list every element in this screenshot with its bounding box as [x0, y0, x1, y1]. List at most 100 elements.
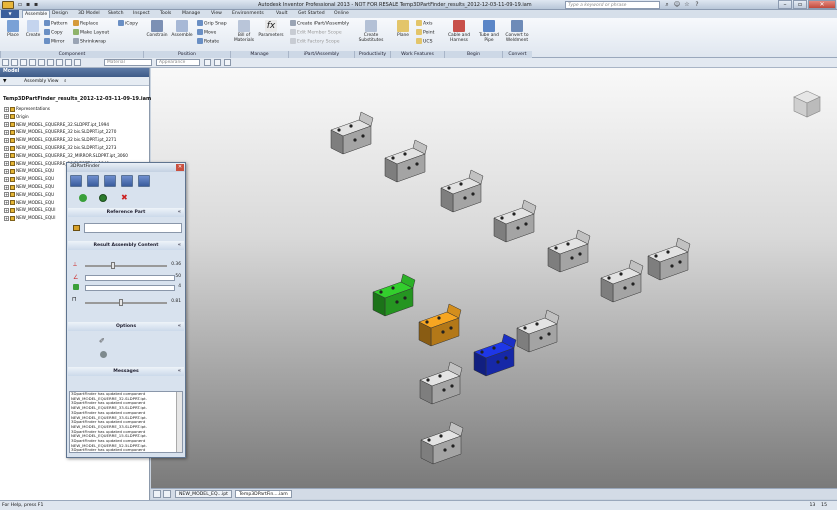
point-button[interactable]: Point	[416, 29, 434, 37]
tab-manage[interactable]: Manage	[182, 11, 200, 16]
qat-redo-icon[interactable]	[38, 59, 45, 66]
binoculars-icon[interactable]: ⌕	[663, 1, 671, 9]
tab-view[interactable]: View	[211, 11, 222, 16]
grip-snap-button[interactable]: Grip Snap	[197, 20, 227, 28]
assembly-parts-canvas[interactable]	[151, 68, 837, 488]
tab-list-icon[interactable]	[153, 490, 161, 498]
bill-of-materials-button[interactable]: Bill of Materials	[232, 20, 256, 48]
tree-node[interactable]: + NEW_MODEL_EQU	[4, 192, 54, 199]
part-equerre-2[interactable]	[384, 139, 428, 183]
cable-harness-button[interactable]: Cable and Harness	[446, 20, 472, 48]
tab-inspect[interactable]: Inspect	[133, 11, 150, 16]
new-icon[interactable]: ▫	[16, 1, 24, 9]
tree-node[interactable]: + Origin	[4, 114, 29, 121]
part-equerre-3[interactable]	[440, 169, 484, 213]
collapse-icon[interactable]: «	[178, 367, 181, 376]
open-icon[interactable]: ▪	[24, 1, 32, 9]
qat-color-icon[interactable]	[204, 59, 211, 66]
slider-knob[interactable]	[119, 299, 123, 306]
part-result-orange[interactable]	[418, 303, 462, 347]
finder-mode-3-icon[interactable]	[104, 175, 116, 187]
save-icon[interactable]: ▪	[32, 1, 40, 9]
qat-formula-icon[interactable]	[224, 59, 231, 66]
expand-icon[interactable]: +	[4, 129, 9, 135]
part-equerre-7[interactable]	[647, 237, 691, 281]
axis-button[interactable]: Axis	[416, 20, 433, 28]
viewcube-icon[interactable]	[791, 88, 823, 120]
part-result-blue[interactable]	[473, 333, 517, 377]
qat-measure-icon[interactable]	[74, 59, 81, 66]
tree-node[interactable]: + NEW_MODEL_EQU	[4, 184, 54, 191]
max-results-field[interactable]	[85, 275, 175, 281]
options-section[interactable]: Options «	[68, 322, 184, 331]
part-equerre-6[interactable]	[600, 259, 644, 303]
create-button[interactable]: Create	[22, 20, 44, 48]
material-dropdown[interactable]: Material	[104, 59, 152, 66]
tab-3d-model[interactable]: 3D Model	[78, 11, 100, 16]
search-input[interactable]: Type a keyword or phrase	[565, 1, 660, 9]
slider-knob[interactable]	[111, 262, 115, 269]
reference-part-field[interactable]	[84, 223, 182, 233]
expand-icon[interactable]: +	[4, 106, 9, 112]
finder-mode-5-icon[interactable]	[138, 175, 150, 187]
dialog-titlebar[interactable]: 3DPartFinder ✕	[67, 163, 185, 172]
collapse-icon[interactable]: «	[178, 241, 181, 250]
assemble-button[interactable]: Assemble	[170, 20, 194, 48]
constrain-button[interactable]: Constrain	[144, 20, 170, 48]
make-layout-button[interactable]: Make Layout	[73, 29, 109, 37]
maximize-button[interactable]: ▫	[793, 0, 807, 9]
inventor-app-icon[interactable]	[2, 1, 14, 9]
cancel-icon[interactable]: ✖	[121, 193, 128, 202]
expand-icon[interactable]: +	[4, 161, 9, 167]
rotate-button[interactable]: Rotate	[197, 38, 219, 46]
qat-home-icon[interactable]	[47, 59, 54, 66]
qat-select-icon[interactable]	[65, 59, 72, 66]
replace-button[interactable]: Replace	[73, 20, 98, 28]
pattern-button[interactable]: Pattern	[44, 20, 68, 28]
expand-icon[interactable]: +	[4, 114, 9, 120]
tree-node[interactable]: + NEW_MODEL_EQUERRE_32 bis.SLDPRT.ipt_227…	[4, 129, 116, 136]
move-button[interactable]: Move	[197, 29, 216, 37]
expand-icon[interactable]: +	[4, 137, 9, 143]
convert-weldment-button[interactable]: Convert to Weldment	[503, 20, 531, 48]
expand-icon[interactable]: +	[4, 215, 9, 221]
tab-assemble[interactable]: Assemble	[22, 10, 51, 18]
mirror-button[interactable]: Mirror	[44, 38, 65, 46]
part-reference-green[interactable]	[372, 273, 416, 317]
pin-icon[interactable]: ✐	[99, 337, 105, 345]
browser-root[interactable]: Temp3DPartFinder_results_2012-12-03-11-0…	[3, 96, 151, 102]
part-equerre-9[interactable]	[419, 361, 463, 405]
tree-node[interactable]: + NEW_MODEL_EQUERRE_32 bis.SLDPRT.ipt_227…	[4, 137, 116, 144]
tab-sketch[interactable]: Sketch	[108, 11, 123, 16]
finder-mode-2-icon[interactable]	[87, 175, 99, 187]
messages-log[interactable]: 3DpartFinder has updated component NEW_MO…	[69, 391, 183, 453]
create-ipart-button[interactable]: Create iPart/iAssembly	[290, 20, 349, 28]
tab-environments[interactable]: Environments	[232, 11, 264, 16]
collapse-icon[interactable]: «	[178, 208, 181, 217]
expand-icon[interactable]: +	[4, 192, 9, 198]
star-icon[interactable]: ☆	[683, 1, 691, 9]
messages-scrollbar[interactable]	[176, 392, 182, 452]
result-assembly-section[interactable]: Result Assembly Content «	[68, 241, 184, 250]
copy-button[interactable]: Copy	[44, 29, 63, 37]
dialog-close-button[interactable]: ✕	[176, 164, 184, 171]
expand-icon[interactable]: +	[4, 176, 9, 182]
place-button[interactable]: Place	[2, 20, 24, 48]
part-equerre-1[interactable]	[330, 111, 374, 155]
tree-node[interactable]: + NEW_MODEL_EQUERRE_32.SLDPRT.ipt_1994	[4, 122, 109, 129]
expand-icon[interactable]: +	[4, 145, 9, 151]
settings-icon[interactable]	[100, 351, 107, 358]
tree-node[interactable]: + Representations	[4, 106, 50, 113]
group-count-field[interactable]	[85, 285, 175, 291]
edit-member-scope-button[interactable]: Edit Member Scope	[290, 29, 342, 37]
refresh-icon[interactable]	[99, 194, 107, 202]
qat-clear-icon[interactable]	[214, 59, 221, 66]
appearance-dropdown[interactable]: Appearance	[156, 59, 200, 66]
parameters-button[interactable]: fx Parameters	[257, 20, 285, 48]
similarity-slider[interactable]	[85, 262, 167, 269]
part-equerre-8[interactable]	[516, 309, 560, 353]
run-icon[interactable]	[79, 194, 87, 202]
tab-tile-icon[interactable]	[163, 490, 171, 498]
icopy-button[interactable]: iCopy	[118, 20, 138, 28]
tab-get-started[interactable]: Get Started	[298, 11, 325, 16]
